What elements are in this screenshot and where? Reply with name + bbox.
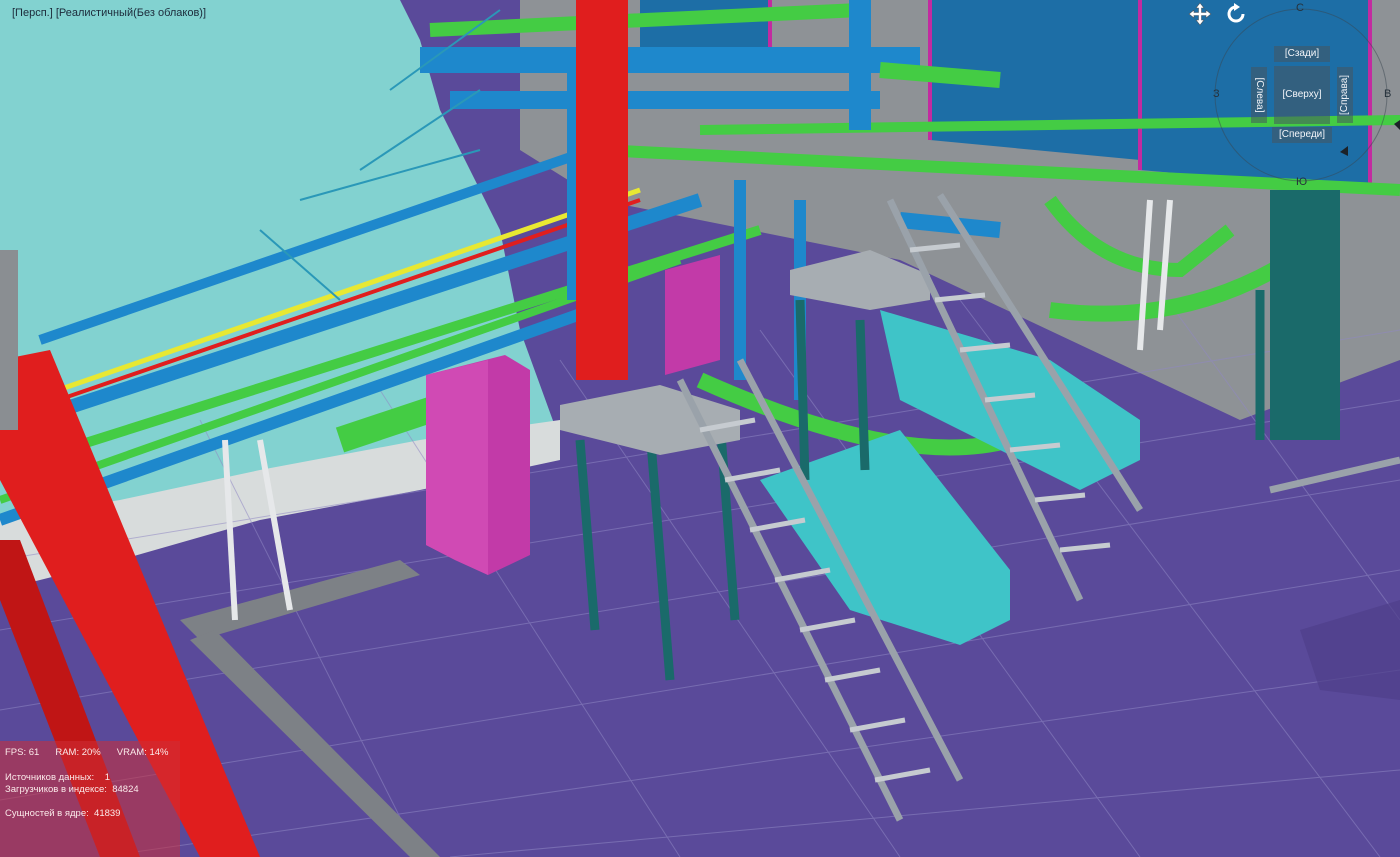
sources-label: Источников данных: — [5, 772, 95, 783]
column-teal — [1270, 190, 1340, 440]
3d-viewport[interactable]: [Персп.] [Реалистичный(Без облаков)] С Ю… — [0, 0, 1400, 857]
viewport-label: [Персп.] [Реалистичный(Без облаков)] — [12, 7, 206, 19]
stats-performance-row: FPS: 61 RAM: 20% VRAM: 14% — [5, 747, 169, 758]
stats-entities-row: Сущностей в ядре: 41839 — [5, 808, 120, 819]
viewcube-face-back[interactable]: [Сзади] — [1274, 46, 1330, 62]
fps-value: 61 — [28, 747, 40, 758]
viewcube[interactable]: С Ю З В [Сзади] [Сверху] [Спереди] [Слев… — [1208, 0, 1400, 195]
viewcube-face-front[interactable]: [Спереди] — [1272, 127, 1332, 143]
sources-value: 1 — [104, 772, 111, 783]
compass-east[interactable]: В — [1384, 88, 1391, 100]
visual-style-label[interactable]: [Реалистичный(Без облаков)] — [56, 7, 206, 19]
loaders-label: Загрузчиков в индексе: — [5, 784, 107, 795]
compass-north[interactable]: С — [1296, 2, 1304, 14]
viewcube-face-left[interactable]: [Слева] — [1251, 67, 1267, 123]
vram-label: VRAM: — [116, 747, 147, 758]
column-grey — [0, 250, 18, 430]
fps-label: FPS: — [5, 747, 27, 758]
viewcube-face-top[interactable]: [Сверху] — [1274, 66, 1330, 124]
entities-value: 41839 — [94, 808, 121, 819]
viewcube-face-right[interactable]: [Справа] — [1337, 67, 1353, 123]
stats-sources-row: Источников данных: 1 — [5, 772, 110, 783]
compass-west[interactable]: З — [1213, 88, 1220, 100]
vram-value: 14% — [149, 747, 169, 758]
electrical-cabinet — [665, 255, 720, 375]
scene-canvas[interactable] — [0, 0, 1400, 857]
column-red — [576, 0, 628, 380]
projection-label[interactable]: [Персп.] — [12, 7, 53, 19]
compass-south[interactable]: Ю — [1296, 176, 1307, 188]
entities-label: Сущностей в ядре: — [5, 808, 89, 819]
ram-value: 20% — [81, 747, 101, 758]
ram-label: RAM: — [55, 747, 80, 758]
performance-stats-panel: FPS: 61 RAM: 20% VRAM: 14% Источников данн… — [0, 741, 180, 857]
loaders-value: 84824 — [112, 784, 139, 795]
stats-loaders-row: Загрузчиков в индексе: 84824 — [5, 784, 139, 795]
